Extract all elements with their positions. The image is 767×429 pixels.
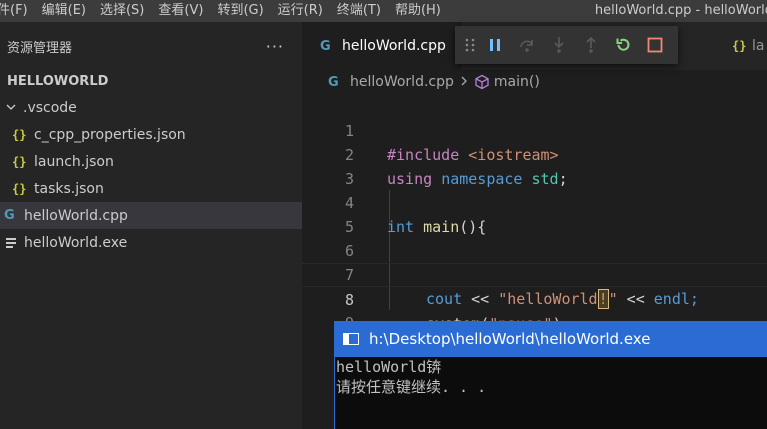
tree-item-helloworld-exe[interactable]: helloWorld.exe <box>0 229 302 256</box>
menu-bar: 件(F) 编辑(E) 选择(S) 查看(V) 转到(G) 运行(R) 终端(T)… <box>0 0 767 22</box>
stop-button[interactable] <box>639 26 671 64</box>
step-over-icon <box>520 40 533 52</box>
restart-icon <box>616 38 630 51</box>
menu-help[interactable]: 帮助(H) <box>388 0 448 22</box>
cpp-file-icon: G <box>328 74 339 90</box>
chevron-down-icon <box>6 101 20 115</box>
explorer-sidebar: 资源管理器 ··· HELLOWORLD .vscode {} c_cpp_pr… <box>0 22 302 429</box>
code-line: 3 <box>302 143 767 188</box>
menu-terminal[interactable]: 终端(T) <box>330 0 388 22</box>
step-into-icon <box>554 37 564 53</box>
json-file-icon: {} <box>12 154 27 169</box>
menu-file[interactable]: 件(F) <box>0 0 35 22</box>
breadcrumb-symbol[interactable]: main() <box>494 74 540 90</box>
explorer-header: 资源管理器 ··· <box>0 22 302 70</box>
tree-item-label: helloWorld.cpp <box>24 207 128 224</box>
menu-run[interactable]: 运行(R) <box>271 0 330 22</box>
menu-go[interactable]: 转到(G) <box>210 0 270 22</box>
tree-item-label: c_cpp_properties.json <box>34 126 186 143</box>
menu-selection[interactable]: 选择(S) <box>93 0 151 22</box>
menu-edit[interactable]: 编辑(E) <box>35 0 93 22</box>
exe-file-icon <box>4 236 24 250</box>
tree-item-label: launch.json <box>34 153 114 170</box>
console-title-bar[interactable]: h:\Desktop\helloWorld\helloWorld.exe <box>335 321 767 357</box>
folder-root-helloworld[interactable]: HELLOWORLD <box>0 68 302 94</box>
tab-helloworld-cpp[interactable]: G helloWorld.cpp <box>302 22 462 70</box>
console-line: helloWorld锛 <box>336 358 442 376</box>
step-over-button[interactable] <box>511 26 543 64</box>
explorer-title: 资源管理器 <box>7 40 73 56</box>
window-title: helloWorld.cpp - helloWorld <box>594 3 767 18</box>
tree-item-launch-json[interactable]: {} launch.json <box>0 148 302 175</box>
code-line: 1 #include <iostream> <box>302 95 767 164</box>
cube-icon <box>474 74 490 90</box>
chevron-right-icon <box>460 74 468 90</box>
code-line: 9 return 0; <box>302 287 767 356</box>
breadcrumb-file[interactable]: helloWorld.cpp <box>350 74 454 90</box>
breadcrumb: G helloWorld.cpp main() <box>302 70 767 94</box>
tree-item-vscode[interactable]: .vscode <box>0 94 302 121</box>
stop-icon <box>647 37 663 53</box>
more-actions-icon[interactable]: ··· <box>266 37 284 56</box>
code-line: 4 int main(){ <box>302 167 767 236</box>
cpp-file-icon: G <box>320 38 331 54</box>
tab-label: helloWorld.cpp <box>342 38 446 54</box>
console-app-icon <box>343 333 359 345</box>
console-line: 请按任意键继续. . . <box>336 378 487 396</box>
tree-item-label: helloWorld.exe <box>24 234 128 251</box>
menu-view[interactable]: 查看(V) <box>151 0 210 22</box>
step-out-icon <box>586 36 596 53</box>
code-line: 2 using namespace std; <box>302 119 767 188</box>
console-title: h:\Desktop\helloWorld\helloWorld.exe <box>369 330 651 348</box>
tab-label: la <box>752 38 765 54</box>
pause-icon <box>490 39 500 51</box>
cpp-file-icon: G <box>4 208 15 223</box>
pause-button[interactable] <box>479 26 511 64</box>
console-window[interactable]: h:\Desktop\helloWorld\helloWorld.exe hel… <box>334 321 767 429</box>
tree-item-c-cpp-properties[interactable]: {} c_cpp_properties.json <box>0 121 302 148</box>
debug-toolbar <box>455 26 678 64</box>
drag-handle-icon[interactable] <box>461 26 479 64</box>
code-line: 5 <box>302 191 767 236</box>
tree-item-label: tasks.json <box>34 180 104 197</box>
code-line: 7 cout << "helloWorld!" << endl; <box>302 239 767 309</box>
tab-launch-json[interactable]: {} la <box>732 22 764 70</box>
tree-item-tasks-json[interactable]: {} tasks.json <box>0 175 302 202</box>
json-file-icon: {} <box>12 127 27 142</box>
step-into-button[interactable] <box>543 26 575 64</box>
code-line: 6 <box>302 215 767 260</box>
console-output: helloWorld锛请按任意键继续. . . <box>335 357 767 397</box>
json-file-icon: {} <box>732 39 747 53</box>
restart-button[interactable] <box>607 26 639 64</box>
json-file-icon: {} <box>12 181 27 196</box>
tree-item-label: .vscode <box>23 99 77 116</box>
code-line-current: 8 system("pause"); <box>302 263 767 333</box>
step-out-button[interactable] <box>575 26 607 64</box>
tree-item-helloworld-cpp[interactable]: G helloWorld.cpp <box>0 202 302 229</box>
folder-name: HELLOWORLD <box>7 73 109 89</box>
